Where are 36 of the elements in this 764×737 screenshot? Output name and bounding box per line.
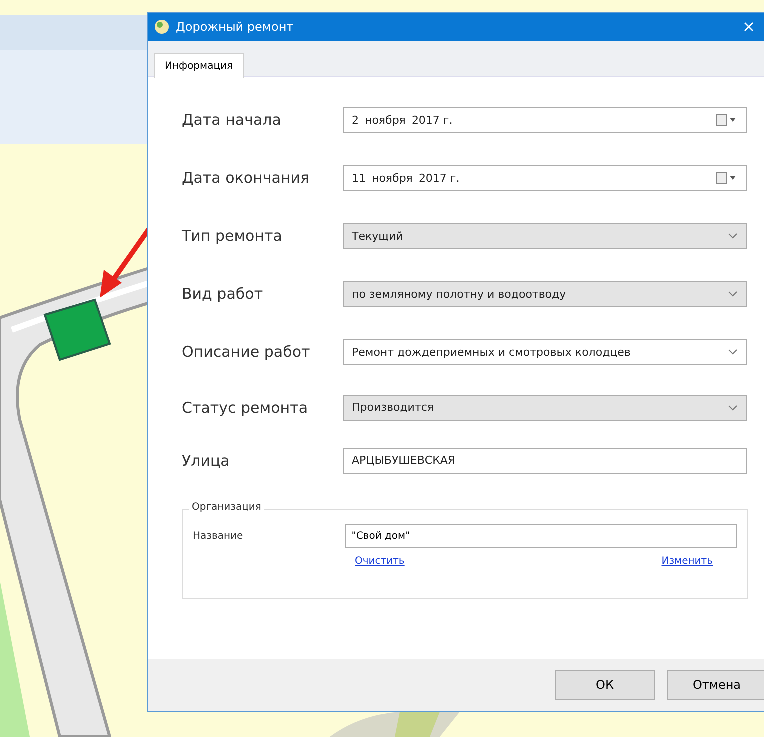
field-label: Дата начала	[182, 111, 282, 129]
link[interactable]: Очистить	[355, 556, 405, 567]
dialog-button[interactable]: Отмена	[667, 670, 764, 700]
date-day: 11	[352, 172, 366, 184]
dropdown[interactable]: Производится	[343, 394, 747, 420]
tab[interactable]: Информация	[154, 53, 244, 78]
app-icon	[154, 19, 170, 35]
date-month: ноября	[372, 172, 413, 184]
date-day: 2	[352, 114, 359, 126]
window-title: Дорожный ремонт	[176, 20, 295, 34]
group-title: Организация	[189, 502, 264, 513]
field-label: Тип ремонта	[182, 227, 284, 245]
date-picker[interactable]: 11 ноября 2017 г.	[343, 165, 747, 191]
text-field[interactable]: "Свой дом"	[344, 524, 737, 548]
chevron-down-icon	[728, 291, 738, 297]
field-label: Описание работ	[182, 343, 312, 361]
date-year: 2017 г.	[418, 172, 460, 184]
chevron-down-icon	[728, 233, 738, 239]
dropdown[interactable]: Ремонт дождеприемных и смотровых колодцев	[343, 339, 747, 365]
field-label: Статус ремонта	[182, 398, 310, 416]
dropdown[interactable]: по земляному полотну и водоотводу	[343, 281, 747, 307]
dropdown[interactable]: Текущий	[343, 223, 747, 249]
chevron-down-icon	[728, 349, 738, 355]
dialog-button[interactable]: ОК	[555, 670, 655, 700]
field-label: Название	[193, 530, 244, 542]
date-year: 2017 г.	[412, 114, 453, 126]
field-label: Вид работ	[182, 285, 264, 303]
calendar-dropdown-icon[interactable]	[716, 172, 738, 184]
date-month: ноября	[365, 114, 406, 126]
field-label: Дата окончания	[182, 169, 310, 187]
date-picker[interactable]: 2 ноября 2017 г.	[343, 107, 747, 133]
chevron-down-icon	[728, 404, 738, 410]
text-field[interactable]: АРЦЫБУШЕВСКАЯ	[343, 448, 747, 474]
field-label: Улица	[182, 452, 231, 470]
link[interactable]: Изменить	[662, 556, 713, 567]
calendar-dropdown-icon[interactable]	[716, 114, 738, 126]
